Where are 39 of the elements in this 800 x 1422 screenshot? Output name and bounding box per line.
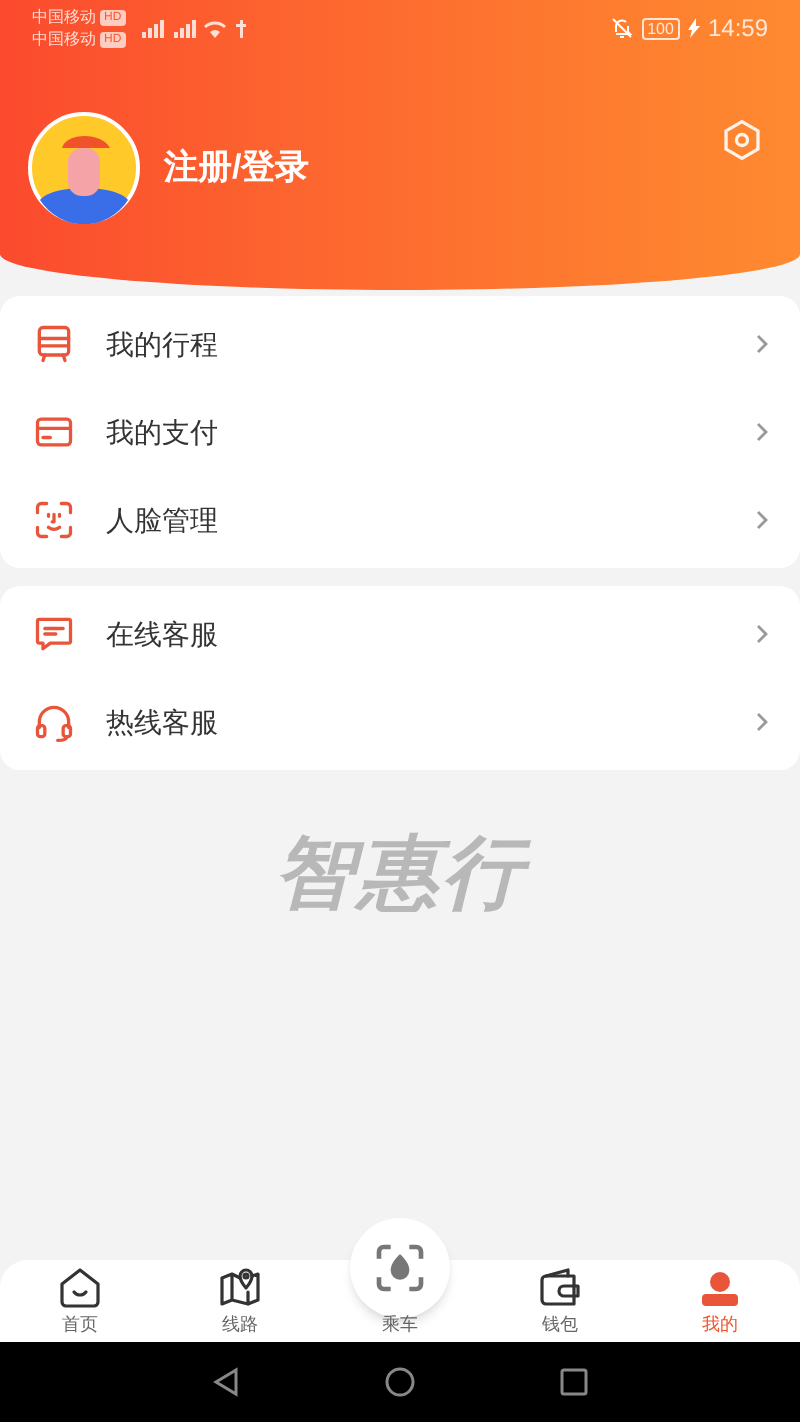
tab[interactable]: 首页 xyxy=(0,1260,160,1342)
menu-item[interactable]: 我的支付 xyxy=(0,388,800,476)
map-pin-icon xyxy=(216,1263,264,1311)
menu-item[interactable]: 人脸管理 xyxy=(0,476,800,564)
recents-icon[interactable] xyxy=(557,1366,590,1398)
tab[interactable]: 乘车 xyxy=(320,1208,480,1342)
face-scan-icon xyxy=(32,498,76,542)
scan-ride-icon xyxy=(372,1239,428,1295)
back-icon[interactable] xyxy=(210,1366,243,1398)
chevron-right-icon xyxy=(752,420,772,444)
chevron-right-icon xyxy=(752,622,772,646)
carrier-name: 中国移动 xyxy=(32,6,96,28)
menu-item[interactable]: 热线客服 xyxy=(0,678,800,766)
menu-label: 热线客服 xyxy=(106,703,218,741)
menu-label: 我的行程 xyxy=(106,325,218,363)
home-circle-icon[interactable] xyxy=(383,1366,416,1398)
home-icon xyxy=(56,1263,104,1311)
tab[interactable]: 线路 xyxy=(160,1260,320,1342)
bell-off-icon xyxy=(609,16,634,40)
chat-icon xyxy=(32,612,76,656)
tab[interactable]: 我的 xyxy=(640,1260,800,1342)
bus-icon xyxy=(32,322,76,366)
brand-logo: 智惠行 xyxy=(274,814,526,934)
headset-icon xyxy=(32,700,76,744)
wallet-icon xyxy=(536,1263,584,1311)
clock-time: 14:59 xyxy=(707,12,768,46)
carrier-name: 中国移动 xyxy=(32,28,96,50)
battery-level: 100 xyxy=(641,17,680,39)
menu-label: 在线客服 xyxy=(106,615,218,653)
chevron-right-icon xyxy=(752,710,772,734)
charging-icon xyxy=(687,18,700,38)
menu-label: 人脸管理 xyxy=(106,501,218,539)
chevron-right-icon xyxy=(752,332,772,356)
avatar xyxy=(28,112,140,224)
menu-item[interactable]: 我的行程 xyxy=(0,300,800,388)
chevron-right-icon xyxy=(752,508,772,532)
tab[interactable]: 钱包 xyxy=(480,1260,640,1342)
menu-item[interactable]: 在线客服 xyxy=(0,590,800,678)
menu-label: 我的支付 xyxy=(106,413,218,451)
